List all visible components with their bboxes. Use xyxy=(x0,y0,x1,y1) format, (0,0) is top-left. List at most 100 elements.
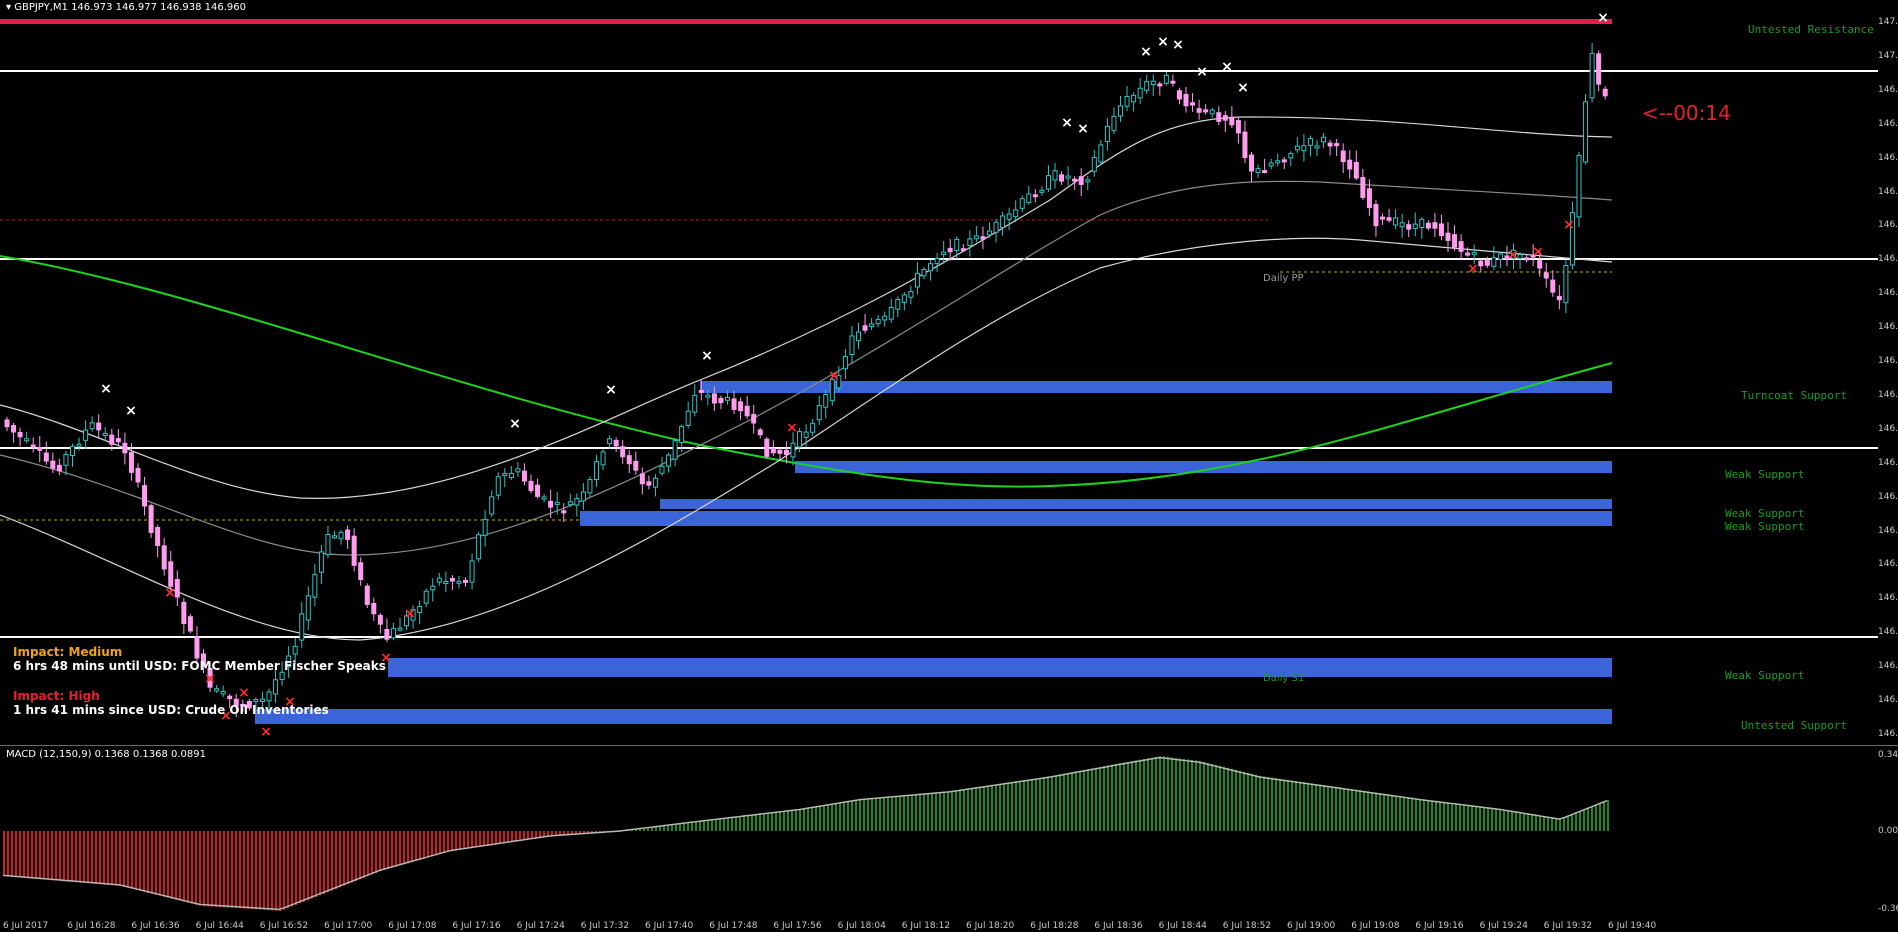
candle-body xyxy=(1183,93,1189,107)
candle-body xyxy=(115,438,121,443)
macd-tick-label: 0.341 xyxy=(1878,750,1898,760)
macd-bar xyxy=(1255,774,1257,831)
candle-body xyxy=(1412,223,1418,229)
swing-low-marker-icon: × xyxy=(1467,261,1479,277)
dropdown-arrow-icon[interactable]: ▾ xyxy=(6,2,11,13)
macd-bar xyxy=(1031,778,1033,831)
candle-body xyxy=(194,636,200,659)
macd-bar xyxy=(1471,805,1473,831)
candle-body xyxy=(135,467,141,483)
macd-bar xyxy=(227,831,229,908)
swing-high-marker-icon: × xyxy=(1172,37,1184,53)
macd-bar xyxy=(375,831,377,873)
macd-bar xyxy=(1159,756,1161,831)
candle-body xyxy=(377,615,383,625)
macd-bar xyxy=(1443,801,1445,831)
macd-bar xyxy=(847,801,849,831)
macd-bar xyxy=(143,831,145,892)
macd-bar xyxy=(1459,803,1461,831)
macd-bar xyxy=(1299,781,1301,831)
candle-body xyxy=(1314,145,1320,149)
time-tick-label: 6 Jul 16:36 xyxy=(131,921,180,931)
candle-body xyxy=(1556,295,1562,301)
candle-body xyxy=(1190,102,1196,106)
macd-bar xyxy=(1603,801,1605,831)
macd-bar xyxy=(1155,756,1157,831)
candle-body xyxy=(253,699,259,703)
macd-bar xyxy=(111,831,113,886)
macd-bar xyxy=(1571,814,1573,831)
price-tick-label: 146. xyxy=(1878,728,1898,739)
macd-bar xyxy=(1099,766,1101,831)
macd-bar xyxy=(187,831,189,903)
macd-bar xyxy=(1223,766,1225,831)
macd-bar xyxy=(835,803,837,831)
macd-bar xyxy=(1279,778,1281,831)
candle-body xyxy=(1563,264,1569,304)
candle-body xyxy=(1425,222,1431,229)
macd-bar xyxy=(679,823,681,831)
candle-body xyxy=(1091,156,1097,172)
candle-body xyxy=(128,452,134,473)
candle-body xyxy=(102,432,108,436)
macd-bar xyxy=(15,831,17,878)
macd-bar xyxy=(1347,788,1349,831)
chart-window[interactable]: × × × × × × × × × × × × × × × × × × × × × × × × × × × × ▾ GBPJPY,M1… xyxy=(0,0,1898,932)
macd-bar xyxy=(63,831,65,882)
candle-body xyxy=(1366,188,1372,209)
macd-chart[interactable] xyxy=(0,745,1898,932)
swing-low-marker-icon: × xyxy=(1507,247,1519,263)
daily-s1-label: Daily S1 xyxy=(1263,673,1305,684)
candle-body xyxy=(521,470,527,482)
macd-bar xyxy=(1543,816,1545,831)
time-tick-label: 6 Jul 18:12 xyxy=(901,921,951,931)
candle-body xyxy=(1150,80,1156,85)
price-tick-label: 147.0 xyxy=(1878,17,1898,27)
candle-body xyxy=(901,294,907,303)
candle-body xyxy=(312,574,318,598)
macd-bar xyxy=(1167,756,1169,831)
candle-body xyxy=(928,263,934,272)
macd-bar xyxy=(1275,778,1277,831)
macd-bar xyxy=(411,831,413,863)
candle-body xyxy=(1445,232,1451,241)
macd-bar xyxy=(239,831,241,909)
macd-bar xyxy=(279,831,281,911)
candle-body xyxy=(1334,143,1340,147)
candle-body xyxy=(443,580,449,584)
candle-body xyxy=(1137,87,1143,99)
macd-bar xyxy=(167,831,169,898)
candle-body xyxy=(875,318,881,325)
news-impact-high: Impact: High xyxy=(13,689,100,703)
candle-body xyxy=(1275,160,1281,164)
macd-bar xyxy=(1463,804,1465,831)
macd-bar xyxy=(475,831,477,848)
macd-bar xyxy=(415,831,417,861)
time-tick-label: 6 Jul 16:28 xyxy=(67,921,116,931)
macd-bar xyxy=(851,800,853,831)
price-chart[interactable]: ×××××× ××× ×× ××××××××××××××× ×× xyxy=(0,0,1898,745)
candle-body xyxy=(1373,204,1379,227)
macd-bar xyxy=(295,831,297,905)
macd-bar xyxy=(387,831,389,869)
macd-bar xyxy=(255,831,257,910)
support-zone xyxy=(580,511,1612,526)
macd-bar xyxy=(1075,771,1077,831)
macd-bar xyxy=(243,831,245,909)
swing-high-marker-icon: × xyxy=(1221,59,1233,75)
candle-body xyxy=(371,602,377,615)
candle-body xyxy=(528,480,534,492)
macd-bar xyxy=(911,794,913,831)
macd-bar xyxy=(251,831,253,910)
candle-body xyxy=(744,405,750,417)
macd-bar xyxy=(207,831,209,907)
price-tick-label: 146. xyxy=(1878,152,1898,163)
candle-body xyxy=(1360,177,1366,198)
candle-body xyxy=(705,394,711,398)
macd-bar xyxy=(287,831,289,909)
swing-high-marker-icon: × xyxy=(125,403,137,419)
candle-body xyxy=(947,247,953,253)
macd-bar xyxy=(783,811,785,831)
macd-bar xyxy=(667,825,669,831)
price-tick-label: 146. xyxy=(1878,186,1898,197)
